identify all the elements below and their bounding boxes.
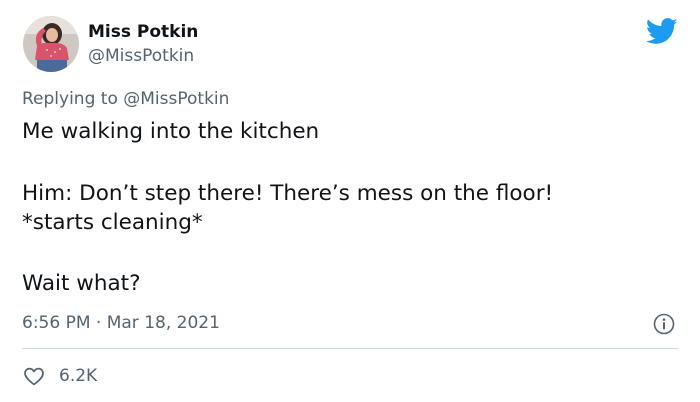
replying-to-handle[interactable]: @MissPotkin [123,89,229,109]
info-icon-svg [653,313,675,335]
meta-separator: · [95,313,102,333]
user-handle[interactable]: @MissPotkin [88,46,194,66]
replying-to-prefix: Replying to [22,89,118,109]
tweet-text-line: Wait what? [22,271,141,296]
tweet-time: 6:56 PM [22,313,91,333]
tweet-text-line: Him: Don’t step there! There’s mess on t… [22,181,554,206]
display-name[interactable]: Miss Potkin [88,22,198,42]
info-icon[interactable] [652,312,676,336]
tweet-text-line: *starts cleaning* [22,210,203,235]
tweet-timestamp[interactable]: 6:56 PM · Mar 18, 2021 [22,312,220,334]
like-count[interactable]: 6.2K [59,364,97,388]
heart-icon[interactable] [22,364,46,388]
avatar[interactable] [23,16,79,72]
tweet-text-line: Me walking into the kitchen [22,119,320,144]
twitter-bird-icon[interactable] [645,18,678,45]
replying-to: Replying to @MissPotkin [22,88,229,110]
tweet-date: Mar 18, 2021 [106,313,220,333]
avatar-photo [23,16,79,72]
heart-icon-svg [24,367,44,386]
divider [22,348,678,349]
embedded-tweet-card: Miss Potkin @MissPotkin Replying to @Mis… [0,0,700,402]
twitter-bird-icon-svg [645,18,678,44]
